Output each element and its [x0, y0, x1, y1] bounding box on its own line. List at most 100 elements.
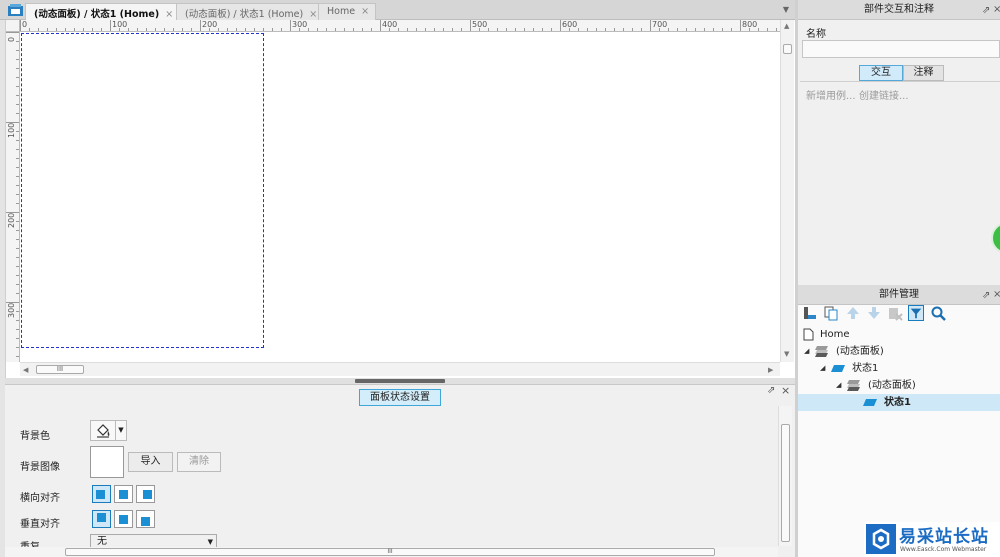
tree-item-home[interactable]: Home: [798, 326, 1000, 343]
state-icon: [831, 365, 845, 372]
h-align-center-button[interactable]: [114, 485, 133, 503]
tab-notes[interactable]: 注释: [903, 65, 944, 81]
h-align-left-button[interactable]: [92, 485, 111, 503]
tree-item-nested-state1[interactable]: 状态1: [798, 394, 1000, 411]
ruler-label: 0: [7, 36, 16, 42]
h-align-label: 横向对齐: [20, 493, 60, 504]
tab-dynamic-panel-state1-active[interactable]: (动态面板) / 状态1 (Home) ×: [25, 3, 181, 20]
ruler-label: 700: [652, 20, 668, 29]
v-align-bottom-button[interactable]: [136, 510, 155, 528]
add-page-icon[interactable]: [802, 305, 818, 321]
scroll-right-icon[interactable]: ▶: [768, 366, 773, 374]
scroll-thumb[interactable]: III: [65, 548, 715, 556]
delete-icon[interactable]: [887, 305, 903, 321]
scroll-thumb[interactable]: [783, 44, 792, 54]
align-left-icon: [96, 490, 105, 499]
canvas-horizontal-scrollbar[interactable]: ◀ III ▶: [20, 362, 780, 376]
app-window: (动态面板) / 状态1 (Home) × (动态面板) / 状态1 (Home)…: [0, 0, 1000, 557]
expand-triangle-icon[interactable]: ◢: [836, 377, 841, 394]
splitter-grip[interactable]: [355, 379, 445, 383]
scroll-up-icon[interactable]: ▲: [784, 22, 789, 30]
create-link-link[interactable]: 创建链接...: [859, 87, 909, 102]
close-icon[interactable]: ×: [309, 9, 317, 20]
tree-item-nested-dynamic-panel[interactable]: ◢ (动态面板): [798, 377, 1000, 394]
ruler-label: 300: [7, 302, 16, 318]
tab-home[interactable]: Home ×: [318, 3, 377, 20]
tree-item-dynamic-panel[interactable]: ◢ (动态面板): [798, 343, 1000, 360]
ruler-label: 0: [22, 20, 28, 29]
dynamic-panel-icon: [815, 346, 828, 357]
canvas-vertical-scrollbar[interactable]: ▲ ▼: [780, 20, 794, 362]
scroll-down-icon[interactable]: ▼: [784, 350, 789, 358]
scroll-thumb[interactable]: III: [36, 365, 84, 374]
paint-bucket-icon: [97, 424, 110, 438]
close-icon[interactable]: ×: [781, 384, 790, 397]
document-tab-bar: (动态面板) / 状态1 (Home) × (动态面板) / 状态1 (Home)…: [0, 0, 795, 20]
widget-name-input[interactable]: [802, 40, 1000, 58]
tree-item-label: (动态面板): [868, 380, 916, 391]
align-center-icon: [119, 490, 128, 499]
watermark-url: Www.Easck.Com Webmaster: [900, 546, 987, 553]
move-down-icon[interactable]: [866, 305, 882, 321]
tab-list-dropdown-icon[interactable]: ▼: [783, 5, 789, 14]
import-button[interactable]: 导入: [128, 452, 173, 472]
ruler-label: 800: [742, 20, 758, 29]
v-align-top-button[interactable]: [92, 510, 111, 528]
dynamic-panel-icon: [847, 380, 860, 391]
expand-triangle-icon[interactable]: ◢: [820, 360, 825, 377]
widget-panel-title: 部件管理: [798, 285, 1000, 305]
ruler-corner: [6, 20, 20, 32]
close-icon[interactable]: ×: [361, 6, 369, 17]
ruler-label: 300: [292, 20, 308, 29]
pin-icon[interactable]: ⇗: [982, 5, 990, 16]
watermark: 易采站长站 Www.Easck.Com Webmaster: [864, 522, 1000, 557]
bg-color-picker[interactable]: ▼: [90, 420, 127, 441]
ruler-label: 200: [202, 20, 218, 29]
v-align-label: 垂直对齐: [20, 519, 60, 530]
close-icon[interactable]: ×: [993, 289, 1000, 300]
props-horizontal-scrollbar[interactable]: III: [5, 547, 778, 557]
filter-icon[interactable]: [908, 305, 924, 321]
divider: [800, 81, 1000, 82]
app-page-icon: [8, 4, 23, 16]
v-align-middle-button[interactable]: [114, 510, 133, 528]
chevron-down-icon[interactable]: ▼: [115, 421, 126, 440]
tree-item-state1[interactable]: ◢ 状态1: [798, 360, 1000, 377]
name-label: 名称: [806, 29, 826, 40]
ruler-label: 600: [562, 20, 578, 29]
tree-item-label: 状态1: [884, 397, 911, 408]
ruler-label: 200: [7, 212, 16, 228]
tree-item-label: Home: [820, 329, 850, 340]
move-up-icon[interactable]: [845, 305, 861, 321]
expand-triangle-icon[interactable]: ◢: [804, 343, 809, 360]
close-icon[interactable]: ×: [993, 4, 1000, 15]
dynamic-panel-boundary[interactable]: [21, 33, 264, 348]
tab-label: Home: [327, 6, 356, 17]
align-middle-icon: [119, 515, 128, 524]
tab-interactions[interactable]: 交互: [859, 65, 903, 81]
close-icon[interactable]: ×: [165, 9, 173, 20]
scroll-thumb[interactable]: [781, 424, 790, 542]
panel-state-settings-tab[interactable]: 面板状态设置: [359, 389, 441, 406]
clear-button[interactable]: 清除: [177, 452, 221, 472]
copy-icon[interactable]: [823, 305, 839, 321]
bg-image-label: 背景图像: [20, 462, 60, 473]
search-icon[interactable]: [930, 305, 946, 321]
ruler-label: 400: [382, 20, 398, 29]
align-bottom-icon: [141, 517, 150, 526]
watermark-text: 易采站长站: [899, 527, 989, 547]
h-align-right-button[interactable]: [136, 485, 155, 503]
add-case-link[interactable]: 新增用例...: [806, 87, 856, 102]
ruler-label: 100: [7, 122, 16, 138]
ruler-label: 500: [472, 20, 488, 29]
pin-icon[interactable]: ⇗: [767, 385, 775, 396]
pin-icon[interactable]: ⇗: [982, 290, 990, 301]
scroll-left-icon[interactable]: ◀: [23, 366, 28, 374]
tree-item-label: 状态1: [852, 363, 879, 374]
tab-dynamic-panel-state1[interactable]: (动态面板) / 状态1 (Home) ×: [176, 3, 325, 20]
ruler-label: 100: [112, 20, 128, 29]
watermark-logo-icon: [866, 524, 896, 554]
tab-label: (动态面板) / 状态1 (Home): [185, 9, 304, 20]
page-icon: [803, 328, 814, 341]
props-vertical-scrollbar[interactable]: [778, 406, 792, 546]
